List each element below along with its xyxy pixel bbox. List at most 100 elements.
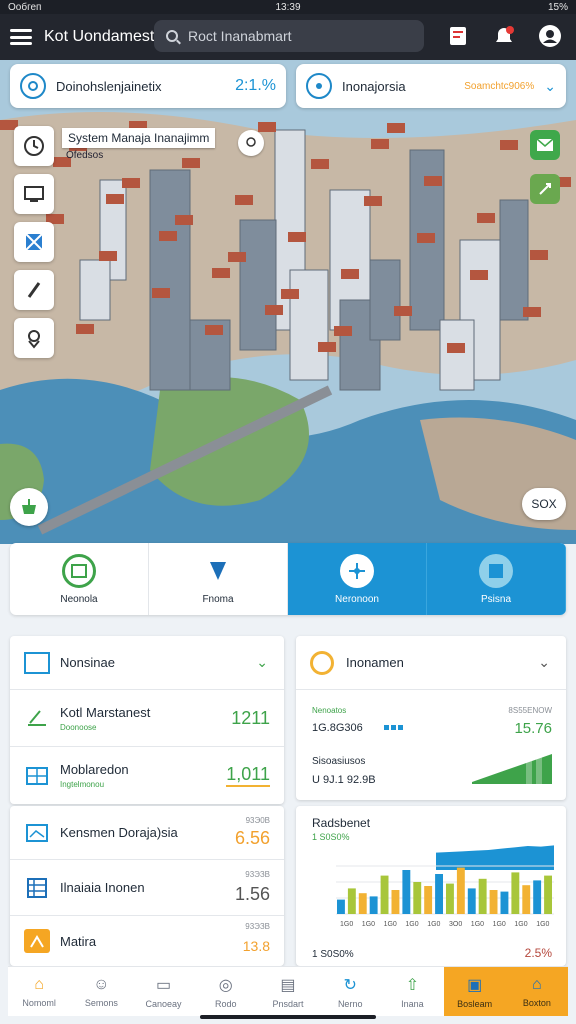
chart-bar[interactable] <box>380 875 389 914</box>
chevron-down-icon[interactable]: ⌄ <box>538 654 550 671</box>
map-pin-icon[interactable] <box>14 318 54 358</box>
stat-card-right[interactable]: Inonajorsia Soamchtc906% ⌄ <box>296 64 566 108</box>
chart-bar[interactable] <box>500 891 509 914</box>
search-input[interactable]: Roct Inanabmart <box>154 20 424 52</box>
menu-icon[interactable] <box>10 29 32 45</box>
stat-card-left[interactable]: Doinohslenjainetix 2:1.% <box>10 64 286 108</box>
stat1-label: Nenoatos <box>312 706 347 715</box>
building <box>289 269 329 381</box>
nav-item-canoeay[interactable]: ▭ Canoeay <box>132 967 194 1016</box>
nav-item-nerno[interactable]: ↻ Nerno <box>319 967 381 1016</box>
nav-label: Nomoml <box>22 997 56 1008</box>
left-panel-title: Nonsinae <box>60 655 115 670</box>
left-panel-header[interactable]: Nonsinae ⌄ <box>10 636 284 690</box>
mail-icon[interactable] <box>530 130 560 160</box>
row-title: Moblaredon <box>60 762 129 777</box>
chart-bar[interactable] <box>456 867 465 914</box>
nav-item-semons[interactable]: ☺ Semons <box>70 967 132 1016</box>
stat1-value: 1G.8G306 <box>312 722 363 734</box>
house <box>523 307 541 317</box>
stat-card-right-value: Soamchtc906% <box>464 80 535 92</box>
chart-bar[interactable] <box>413 882 422 914</box>
ruler-icon[interactable] <box>14 270 54 310</box>
building <box>149 169 191 391</box>
notification-icon[interactable] <box>490 22 518 50</box>
left-panel-bottom: Kensmen Doraja)sia 93Э0В 6.56 Ilnaiaia I… <box>10 806 284 966</box>
house <box>281 289 299 299</box>
compass-icon: ◎ <box>218 976 233 994</box>
chart-bar[interactable] <box>402 870 411 914</box>
app-bar: Kot Uondamest Roct Inanabmart <box>0 14 576 60</box>
document-icon[interactable] <box>444 22 472 50</box>
house <box>205 325 223 335</box>
refresh-icon: ↻ <box>343 976 357 994</box>
stat-card-left-value: 2:1.% <box>235 77 276 94</box>
chart-bar[interactable] <box>358 893 367 914</box>
home-indicator <box>200 1015 376 1019</box>
nav-label: Boxton <box>522 997 551 1008</box>
chart-bar[interactable] <box>533 880 542 914</box>
chart-bar[interactable] <box>446 883 454 914</box>
x-tick-label: 1G0 <box>340 921 353 928</box>
location-pin-icon[interactable] <box>238 130 264 156</box>
list-item[interactable]: Matira 93ЭЗВ 13.8 <box>10 916 284 966</box>
list-item[interactable]: Kotl Marstanest Doonoose 1211 <box>10 690 284 747</box>
stat-card-left-label: Doinohslenjainetix <box>56 78 162 94</box>
chart-bar[interactable] <box>391 890 400 914</box>
list-item[interactable]: Kensmen Doraja)sia 93Э0В 6.56 <box>10 806 284 860</box>
row-title: Ilnaiaia Inonen <box>60 880 145 895</box>
frame-icon <box>62 553 96 588</box>
sparkline-bars <box>472 748 552 789</box>
house <box>235 195 253 205</box>
chart-bar[interactable] <box>435 874 443 914</box>
bag-icon: ▣ <box>467 976 483 994</box>
chart-bar[interactable] <box>522 885 531 914</box>
profile-icon[interactable] <box>536 22 564 50</box>
chart-bar[interactable] <box>467 888 476 914</box>
stat2-value: U 9J.1 92.9B <box>312 774 376 786</box>
tab-neronoon[interactable]: Neronoon <box>288 543 427 615</box>
x-tick-label: 1G0 <box>405 921 418 928</box>
list-item[interactable]: Moblaredon Ingtelmonou 1,011 <box>10 747 284 804</box>
expand-icon[interactable] <box>530 174 560 204</box>
tab-label: Neronoon <box>335 593 379 605</box>
chart-bar[interactable] <box>424 886 433 914</box>
chart-bar[interactable] <box>544 875 552 914</box>
nav-item-inana[interactable]: ⇧ Inana <box>381 967 443 1016</box>
nav-item-boxton[interactable]: ⌂ Boxton <box>505 967 568 1016</box>
row-title: Kotl Marstanest <box>60 704 151 720</box>
clock-icon[interactable] <box>14 126 54 166</box>
chart-bar[interactable] <box>369 896 378 914</box>
right-panel-header[interactable]: Inonamen ⌄ <box>296 636 566 690</box>
nav-label: Canoeay <box>145 998 182 1009</box>
house <box>364 196 382 206</box>
chart-bar[interactable] <box>337 899 345 914</box>
zoom-level-button[interactable]: SOX <box>522 488 566 520</box>
monitor-icon[interactable] <box>14 174 54 214</box>
tab-psisna[interactable]: Psisna <box>427 543 566 615</box>
row-value: 1.56 <box>234 884 270 904</box>
x-tick-label: 1G0 <box>384 921 397 928</box>
person-icon: ☺ <box>93 975 110 993</box>
list-item[interactable]: Ilnaiaia Inonen 93ЭЗВ 1.56 <box>10 860 284 916</box>
nav-item-rodo[interactable]: ◎ Rodo <box>195 967 257 1016</box>
chart-bar[interactable] <box>511 872 520 914</box>
house <box>228 252 246 262</box>
chart-bar[interactable] <box>489 890 498 914</box>
chevron-down-icon[interactable]: ⌄ <box>256 654 268 671</box>
house <box>500 140 518 150</box>
basket-icon[interactable] <box>10 488 48 526</box>
tab-neonola[interactable]: Neonola <box>10 543 149 615</box>
map-location-label[interactable]: System Manaja Inanajimm <box>62 128 216 148</box>
nav-item-pnsdart[interactable]: ▤ Pnsdart <box>257 967 319 1016</box>
house-icon: ⌂ <box>532 975 542 993</box>
nav-item-bosleam[interactable]: ▣ Bosleam <box>443 967 506 1016</box>
chart-bar[interactable] <box>478 878 487 914</box>
layers-icon[interactable] <box>14 222 54 262</box>
chart-bar[interactable] <box>347 888 356 914</box>
tab-fnoma[interactable]: Fnoma <box>149 543 288 615</box>
chevron-down-icon[interactable]: ⌄ <box>544 78 556 95</box>
nav-label: Bosleam <box>457 998 493 1009</box>
nav-item-nomoml[interactable]: ⌂ Nomoml <box>8 967 70 1016</box>
nav-label: Semons <box>84 997 118 1008</box>
